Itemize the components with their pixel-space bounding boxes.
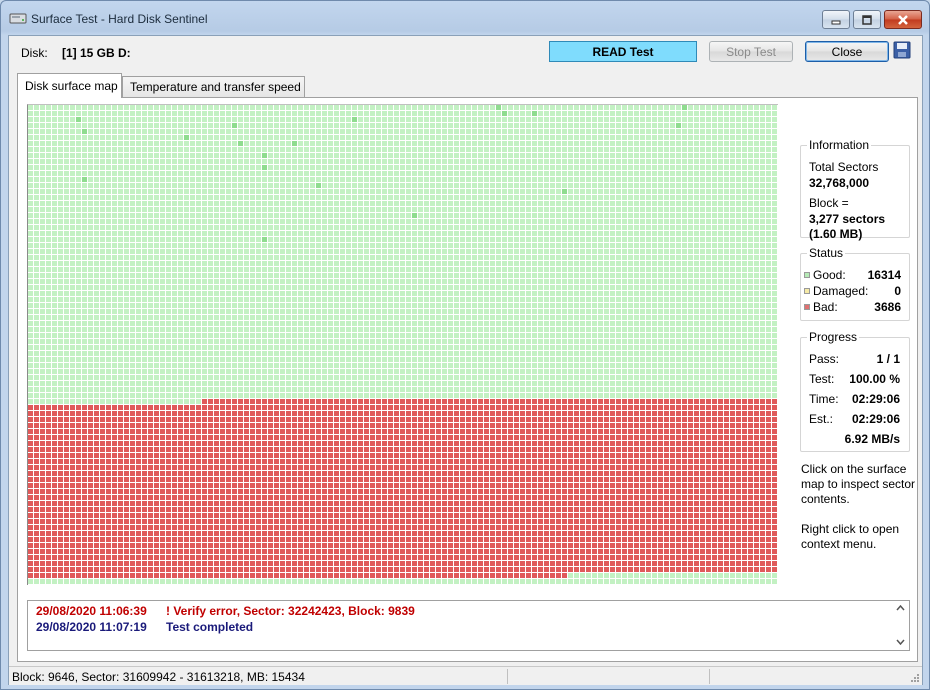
minimize-button[interactable] bbox=[822, 10, 850, 29]
disk-surface-map[interactable] bbox=[27, 104, 778, 585]
block-label: Block = bbox=[809, 196, 849, 210]
good-value: 16314 bbox=[867, 268, 901, 282]
close-button[interactable]: Close bbox=[805, 41, 889, 62]
information-title: Information bbox=[807, 138, 872, 152]
tab-disk-surface-map[interactable]: Disk surface map bbox=[17, 73, 122, 98]
close-icon bbox=[898, 14, 908, 25]
information-group: Information Total Sectors 32,768,000 Blo… bbox=[800, 138, 910, 241]
test-label: Test: bbox=[809, 372, 835, 386]
save-icon[interactable] bbox=[893, 41, 911, 59]
main-window: Surface Test - Hard Disk Sentinel Disk: … bbox=[0, 0, 930, 690]
window-title: Surface Test - Hard Disk Sentinel bbox=[31, 12, 208, 26]
status-bar: Block: 9646, Sector: 31609942 - 31613218… bbox=[9, 666, 922, 685]
log-entry-info: 29/08/2020 11:07:19 Test completed bbox=[36, 620, 253, 634]
speed-row: 6.92 MB/s bbox=[809, 432, 900, 446]
good-swatch bbox=[804, 272, 810, 278]
status-good-row: Good: 16314 bbox=[804, 268, 901, 282]
hard-disk-icon bbox=[9, 13, 27, 24]
disk-label: Disk: bbox=[21, 46, 48, 60]
test-value: 100.00 % bbox=[849, 372, 900, 386]
minimize-icon bbox=[831, 20, 841, 24]
status-title: Status bbox=[807, 246, 846, 260]
maximize-button[interactable] bbox=[853, 10, 881, 29]
resize-grip-icon[interactable] bbox=[909, 672, 920, 683]
log-scrollbar[interactable] bbox=[892, 601, 909, 650]
scroll-up-icon[interactable] bbox=[896, 605, 905, 611]
time-row: Time: 02:29:06 bbox=[809, 392, 900, 406]
progress-title: Progress bbox=[807, 330, 860, 344]
test-row: Test: 100.00 % bbox=[809, 372, 900, 386]
log-message: Test completed bbox=[166, 620, 254, 634]
title-bar[interactable]: Surface Test - Hard Disk Sentinel bbox=[1, 1, 929, 35]
maximize-icon bbox=[862, 14, 872, 25]
pass-value: 1 / 1 bbox=[876, 352, 900, 366]
client-area: Disk: [1] 15 GB D: READ Test Stop Test C… bbox=[8, 35, 923, 685]
est-row: Est.: 02:29:06 bbox=[809, 412, 900, 426]
disk-value: [1] 15 GB D: bbox=[62, 46, 131, 60]
status-separator bbox=[507, 669, 508, 684]
time-value: 02:29:06 bbox=[851, 392, 900, 406]
status-damaged-row: Damaged: 0 bbox=[804, 284, 901, 298]
event-log[interactable]: 29/08/2020 11:06:39 ! Verify error, Secto… bbox=[27, 600, 910, 651]
tab-temperature-transfer-speed[interactable]: Temperature and transfer speed bbox=[122, 76, 305, 97]
time-label: Time: bbox=[809, 392, 839, 406]
inspect-hint: Click on the surface map to inspect sect… bbox=[801, 462, 916, 506]
total-sectors-value: 32,768,000 bbox=[809, 176, 870, 190]
pass-label: Pass: bbox=[809, 352, 840, 366]
surface-map-grid[interactable] bbox=[28, 105, 778, 585]
status-bad-row: Bad: 3686 bbox=[804, 300, 901, 314]
log-timestamp: 29/08/2020 11:07:19 bbox=[36, 620, 147, 634]
block-size: (1.60 MB) bbox=[809, 227, 863, 241]
scroll-down-icon[interactable] bbox=[896, 639, 905, 645]
damaged-value: 0 bbox=[894, 284, 901, 298]
tab-panel: Information Total Sectors 32,768,000 Blo… bbox=[17, 97, 918, 662]
progress-group: Progress Pass: 1 / 1 Test: 100.00 % Time… bbox=[800, 330, 910, 452]
log-entry-error: 29/08/2020 11:06:39 ! Verify error, Secto… bbox=[36, 604, 415, 618]
speed-value: 6.92 MB/s bbox=[844, 432, 900, 446]
est-value: 02:29:06 bbox=[851, 412, 900, 426]
good-label: Good: bbox=[813, 268, 846, 282]
block-sectors: 3,277 sectors bbox=[809, 212, 886, 226]
total-sectors-label: Total Sectors bbox=[809, 160, 879, 174]
bad-swatch bbox=[804, 304, 810, 310]
stop-test-button[interactable]: Stop Test bbox=[709, 41, 793, 62]
log-message: ! Verify error, Sector: 32242423, Block:… bbox=[166, 604, 415, 618]
bad-value: 3686 bbox=[874, 300, 901, 314]
damaged-swatch bbox=[804, 288, 810, 294]
damaged-label: Damaged: bbox=[813, 284, 869, 298]
log-timestamp: 29/08/2020 11:06:39 bbox=[36, 604, 147, 618]
window-close-button[interactable] bbox=[884, 10, 922, 29]
est-label: Est.: bbox=[809, 412, 834, 426]
status-group: Status Good: 16314 Damaged: 0 Bad: 3686 bbox=[800, 246, 910, 321]
bad-label: Bad: bbox=[813, 300, 838, 314]
status-bar-text: Block: 9646, Sector: 31609942 - 31613218… bbox=[12, 670, 305, 684]
context-menu-hint: Right click to open context menu. bbox=[801, 522, 900, 551]
pass-row: Pass: 1 / 1 bbox=[809, 352, 900, 366]
test-mode-indicator: READ Test bbox=[549, 41, 697, 62]
status-separator bbox=[709, 669, 710, 684]
